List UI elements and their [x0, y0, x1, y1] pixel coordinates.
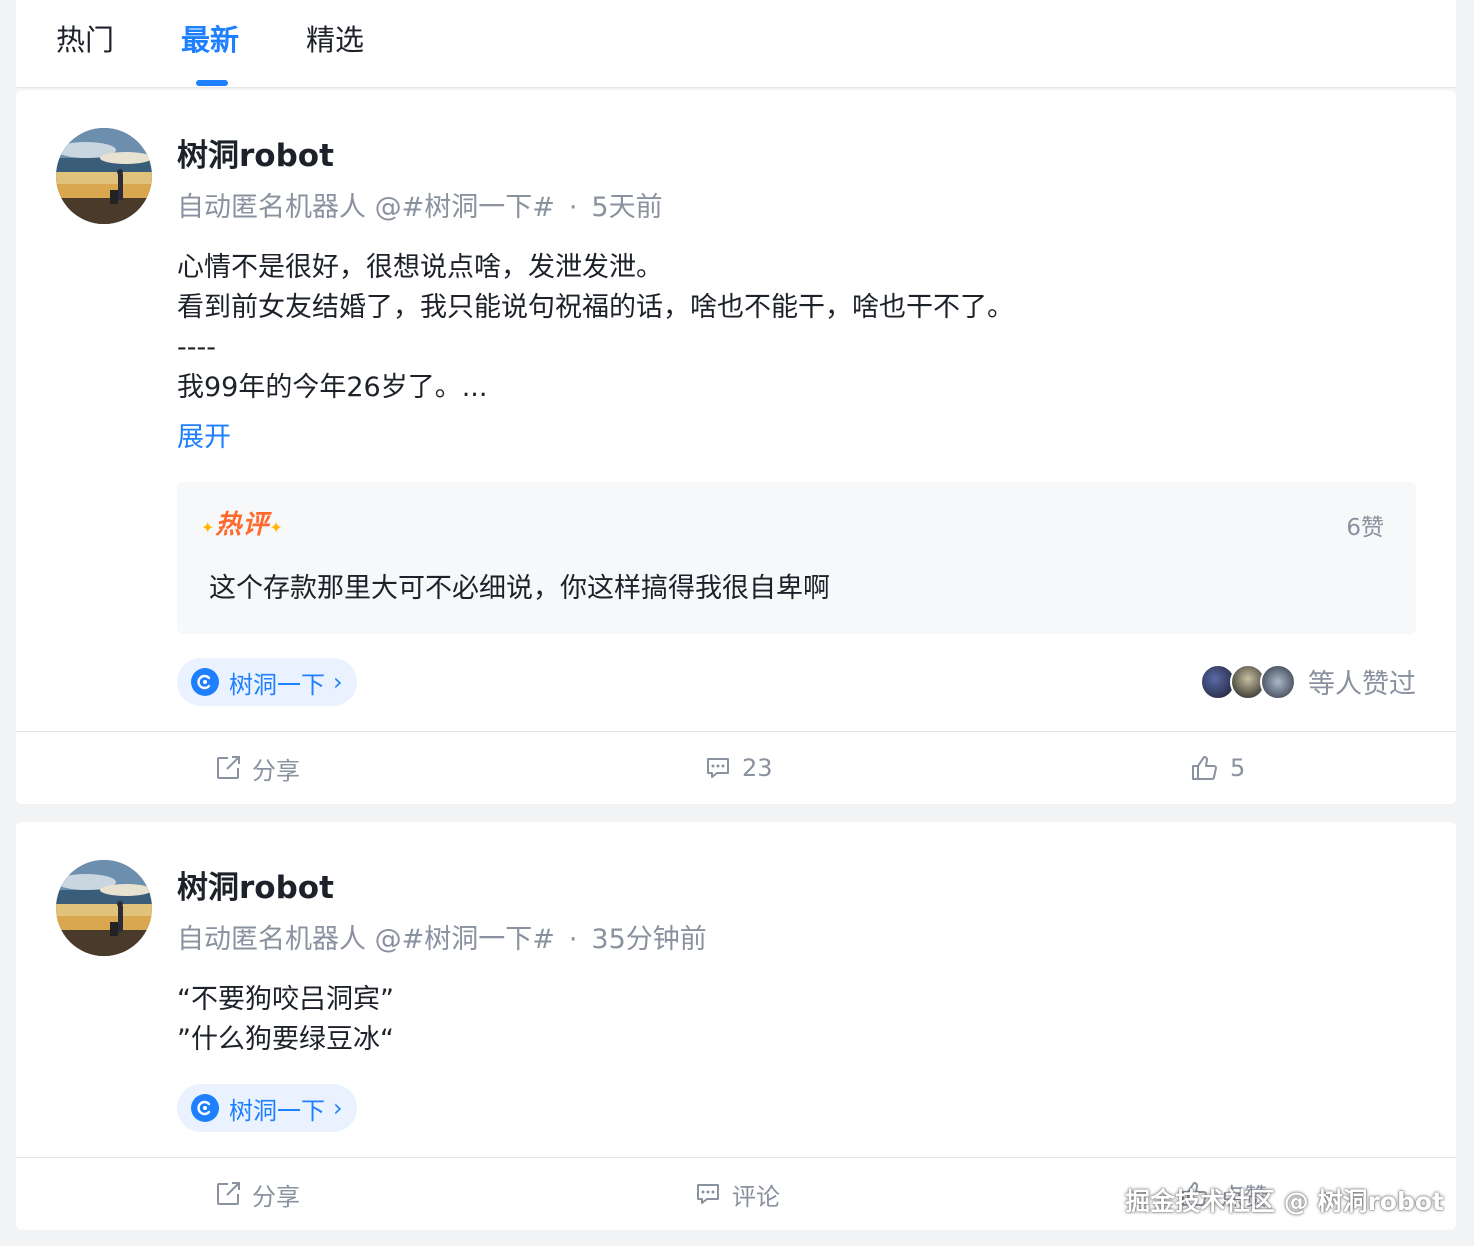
- share-icon: [217, 1182, 240, 1205]
- post-time: 35分钟前: [591, 924, 707, 955]
- share-label: 分享: [252, 1182, 300, 1211]
- expand-link[interactable]: 展开: [177, 418, 231, 458]
- feed-tabs: 热门 最新 精选: [16, 0, 1456, 88]
- chevron-right-icon: ›: [333, 668, 343, 696]
- author-role: 自动匿名机器人 @#树洞一下#: [177, 192, 555, 223]
- topic-icon: [191, 1094, 219, 1122]
- sparkle-icon: ✦: [269, 518, 284, 537]
- meta-separator: ·: [568, 192, 578, 223]
- content-line: 心情不是很好，很想说点啥，发泄发泄。: [177, 252, 663, 283]
- content-line: ”什么狗要绿豆冰“: [177, 1024, 394, 1055]
- comment-icon: [697, 1184, 719, 1204]
- hot-comment-text: 这个存款那里大可不必细说，你这样搞得我很自卑啊: [209, 573, 830, 604]
- topic-icon: [191, 668, 219, 696]
- hot-comment-likes: 6赞: [1346, 515, 1384, 541]
- post-card: 树洞robot 自动匿名机器人 @#树洞一下# · 5天前 心情不是很好，很想说点啥…: [16, 90, 1456, 804]
- tab-featured[interactable]: 精选: [306, 20, 364, 60]
- comment-icon: [707, 758, 729, 778]
- content-line: 我99年的今年26岁了。...: [177, 372, 488, 403]
- post-actions: 分享 23 5: [16, 731, 1456, 803]
- topic-tag[interactable]: 树洞一下 ›: [177, 1084, 357, 1132]
- active-tab-indicator: [196, 80, 228, 86]
- share-button[interactable]: 分享: [214, 732, 300, 804]
- thumbs-up-icon: [1192, 756, 1217, 780]
- author-name[interactable]: 树洞robot: [177, 136, 334, 176]
- content-line: ----: [177, 332, 216, 363]
- content-line: 看到前女友结婚了，我只能说句祝福的话，啥也不能干，啥也干不了。: [177, 292, 1014, 323]
- comment-count: 23: [742, 754, 773, 782]
- topic-label: 树洞一下: [229, 670, 325, 699]
- share-label: 分享: [252, 756, 300, 785]
- like-count: 5: [1230, 754, 1246, 782]
- post-meta: 自动匿名机器人 @#树洞一下# · 35分钟前: [177, 920, 707, 960]
- likers[interactable]: 等人赞过: [1200, 662, 1416, 701]
- chevron-right-icon: ›: [333, 1094, 343, 1122]
- comment-button[interactable]: 评论: [694, 1158, 780, 1230]
- topic-label: 树洞一下: [229, 1096, 325, 1125]
- author-role: 自动匿名机器人 @#树洞一下#: [177, 924, 555, 955]
- meta-separator: ·: [568, 924, 578, 955]
- author-name[interactable]: 树洞robot: [177, 868, 334, 908]
- comment-label: 评论: [732, 1182, 780, 1211]
- watermark: 掘金技术社区 @ 树洞robot: [1125, 1187, 1444, 1216]
- content-line: “不要狗咬吕洞宾”: [177, 984, 394, 1015]
- sparkle-icon: ✦: [201, 518, 216, 537]
- avatar[interactable]: [56, 128, 152, 224]
- hot-tag-label: 热评: [215, 510, 270, 540]
- share-icon: [217, 756, 240, 779]
- hot-comment[interactable]: ✦热评✦ 6赞 这个存款那里大可不必细说，你这样搞得我很自卑啊: [177, 482, 1416, 634]
- avatar[interactable]: [56, 860, 152, 956]
- post-content[interactable]: 心情不是很好，很想说点啥，发泄发泄。 看到前女友结婚了，我只能说句祝福的话，啥也…: [177, 248, 1014, 408]
- post-card: 树洞robot 自动匿名机器人 @#树洞一下# · 35分钟前 “不要狗咬吕洞宾” …: [16, 822, 1456, 1230]
- topic-tag[interactable]: 树洞一下 ›: [177, 658, 357, 706]
- post-content[interactable]: “不要狗咬吕洞宾” ”什么狗要绿豆冰“: [177, 980, 394, 1060]
- hot-comment-tag: ✦热评✦: [201, 504, 284, 541]
- like-button[interactable]: 5: [1190, 732, 1245, 804]
- tab-latest[interactable]: 最新: [181, 20, 239, 60]
- tab-hot[interactable]: 热门: [56, 20, 114, 60]
- post-time: 5天前: [591, 192, 663, 223]
- share-button[interactable]: 分享: [214, 1158, 300, 1230]
- post-meta: 自动匿名机器人 @#树洞一下# · 5天前: [177, 188, 663, 228]
- comment-button[interactable]: 23: [704, 732, 773, 804]
- likers-text: 等人赞过: [1308, 669, 1416, 700]
- liker-avatar: [1260, 663, 1296, 700]
